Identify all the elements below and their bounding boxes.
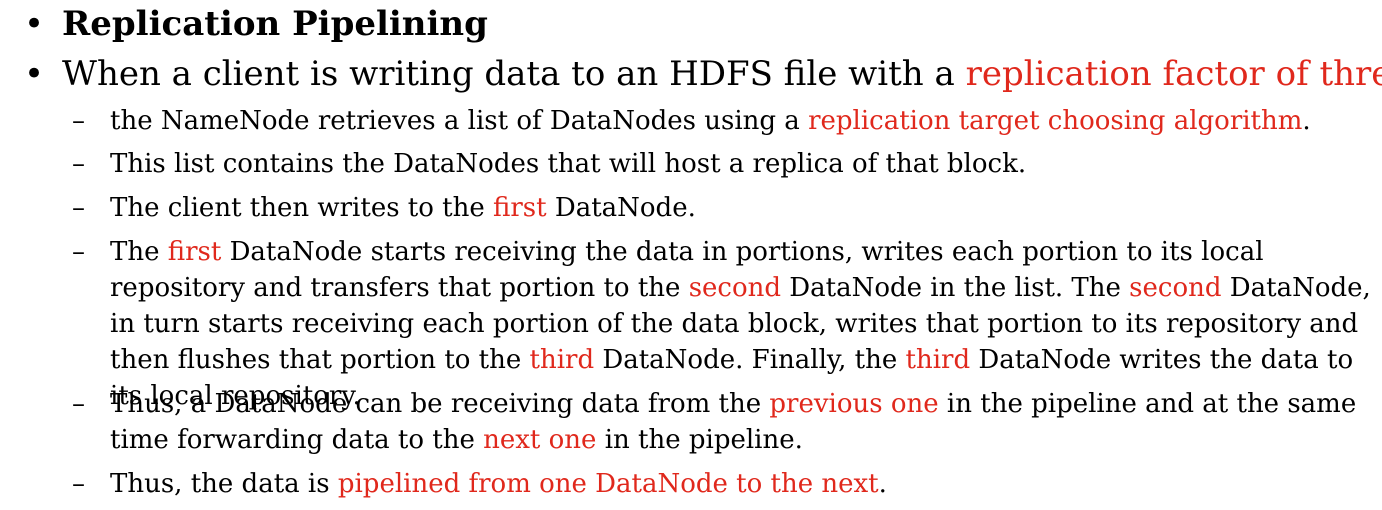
dash-icon: – (72, 237, 85, 267)
highlight: third (529, 345, 595, 375)
dash-icon: – (72, 193, 85, 223)
highlight: second (688, 273, 782, 303)
highlight: replication target choosing algorithm (808, 106, 1303, 136)
highlight: first (493, 193, 547, 223)
highlight: previous one (769, 389, 939, 419)
dash-icon: – (72, 389, 85, 419)
list-item-text: Thus, a DataNode can be receiving data f… (110, 389, 1357, 455)
slide-heading: Replication Pipelining (62, 4, 488, 44)
dash-icon: – (72, 106, 85, 136)
list-item-text: This list contains the DataNodes that wi… (110, 149, 1027, 179)
list-item-text: The client then writes to the first Data… (110, 193, 696, 223)
highlight: pipelined from one DataNode to the next (337, 469, 879, 499)
highlight: next one (483, 425, 597, 455)
highlight: third (905, 345, 971, 375)
dash-icon: – (72, 149, 85, 179)
bullet-icon: • (24, 54, 45, 94)
dash-icon: – (72, 469, 85, 499)
highlight: replication factor of three (965, 54, 1382, 94)
list-item-text: the NameNode retrieves a list of DataNod… (110, 106, 1311, 136)
list-item-text: Thus, the data is pipelined from one Dat… (110, 469, 887, 499)
intro-text: When a client is writing data to an HDFS… (62, 54, 1382, 94)
bullet-icon: • (24, 4, 45, 44)
slide: • Replication Pipelining • When a client… (0, 0, 1382, 510)
highlight: second (1129, 273, 1222, 303)
highlight: first (167, 237, 222, 267)
